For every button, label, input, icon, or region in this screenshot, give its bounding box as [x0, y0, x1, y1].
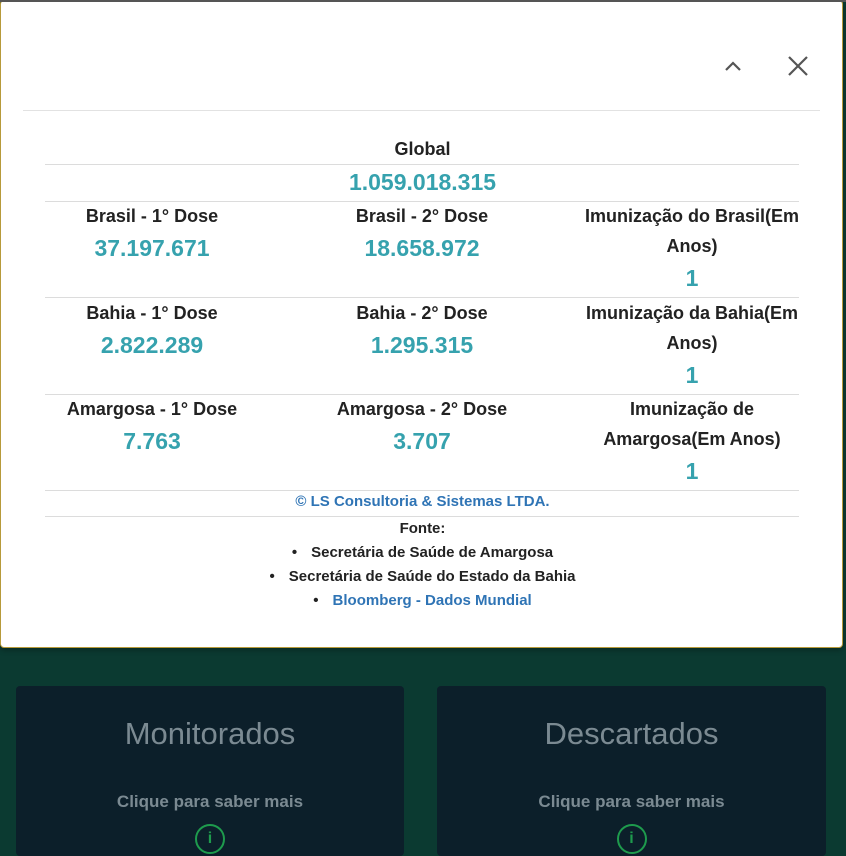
close-button[interactable] [783, 51, 813, 81]
divider [45, 164, 799, 165]
bahia-dose2-label: Bahia - 2° Dose [356, 303, 488, 323]
bloomberg-source-link[interactable]: Bloomberg - Dados Mundial [333, 592, 532, 609]
brasil-dose1-value: 37.197.671 [94, 235, 210, 261]
header-divider [23, 110, 820, 111]
source-text: Secretária de Saúde de Amargosa [311, 544, 554, 561]
window-top-edge [0, 0, 846, 2]
amargosa-dose2-label: Amargosa - 2° Dose [336, 399, 508, 419]
bahia-dose1-value: 2.822.289 [100, 332, 204, 358]
brasil-immunization-value: 1 [685, 265, 699, 291]
info-icon[interactable]: i [616, 824, 647, 854]
card-title: Descartados [544, 716, 719, 751]
source-item: • Secretária de Saúde de Amargosa [1, 544, 844, 561]
card-descartados[interactable]: Descartados Clique para saber mais i [437, 686, 826, 856]
bullet: • [313, 592, 319, 609]
bullet: • [269, 568, 275, 585]
copyright-link[interactable]: © LS Consultoria & Sistemas LTDA. [1, 493, 844, 510]
global-label: Global [394, 139, 451, 159]
info-icon[interactable]: i [195, 824, 225, 854]
collapse-button[interactable] [718, 51, 748, 81]
amargosa-immunization-label-line1: Imunização de [629, 399, 755, 419]
global-value: 1.059.018.315 [348, 169, 497, 195]
amargosa-immunization-label-line2: Amargosa(Em Anos) [603, 429, 781, 449]
sources-title: Fonte: [399, 520, 446, 537]
card-subtitle[interactable]: Clique para saber mais [437, 792, 826, 812]
source-text: Secretária de Saúde do Estado da Bahia [288, 568, 576, 585]
bullet: • [291, 544, 298, 561]
chevron-up-icon [725, 61, 741, 71]
bahia-immunization-value: 1 [685, 362, 699, 388]
brasil-dose1-label: Brasil - 1° Dose [85, 206, 219, 226]
close-icon [788, 56, 808, 76]
brasil-dose2-value: 18.658.972 [364, 235, 480, 261]
brasil-immunization-label-line1: Imunização do Brasil(Em [584, 206, 800, 226]
source-item: • Secretária de Saúde do Estado da Bahia [1, 568, 844, 585]
bahia-dose1-label: Bahia - 1° Dose [86, 303, 218, 323]
amargosa-dose2-value: 3.707 [393, 428, 451, 454]
brasil-dose2-label: Brasil - 2° Dose [355, 206, 489, 226]
card-title: Monitorados [124, 716, 296, 751]
divider [45, 297, 799, 298]
amargosa-immunization-value: 1 [685, 458, 699, 484]
card-monitorados[interactable]: Monitorados Clique para saber mais i [16, 686, 404, 856]
bahia-immunization-label-line2: Anos) [666, 333, 718, 353]
vaccination-modal: Global 1.059.018.315 Brasil - 1° Dose 37… [0, 0, 843, 648]
bahia-dose2-value: 1.295.315 [370, 332, 474, 358]
brasil-immunization-label-line2: Anos) [666, 236, 718, 256]
amargosa-dose1-label: Amargosa - 1° Dose [66, 399, 238, 419]
bahia-immunization-label-line1: Imunização da Bahia(Em [585, 303, 799, 323]
divider [45, 516, 799, 517]
source-item: • Bloomberg - Dados Mundial [1, 592, 844, 609]
card-subtitle[interactable]: Clique para saber mais [16, 792, 404, 812]
amargosa-dose1-value: 7.763 [123, 428, 181, 454]
divider [45, 490, 799, 491]
